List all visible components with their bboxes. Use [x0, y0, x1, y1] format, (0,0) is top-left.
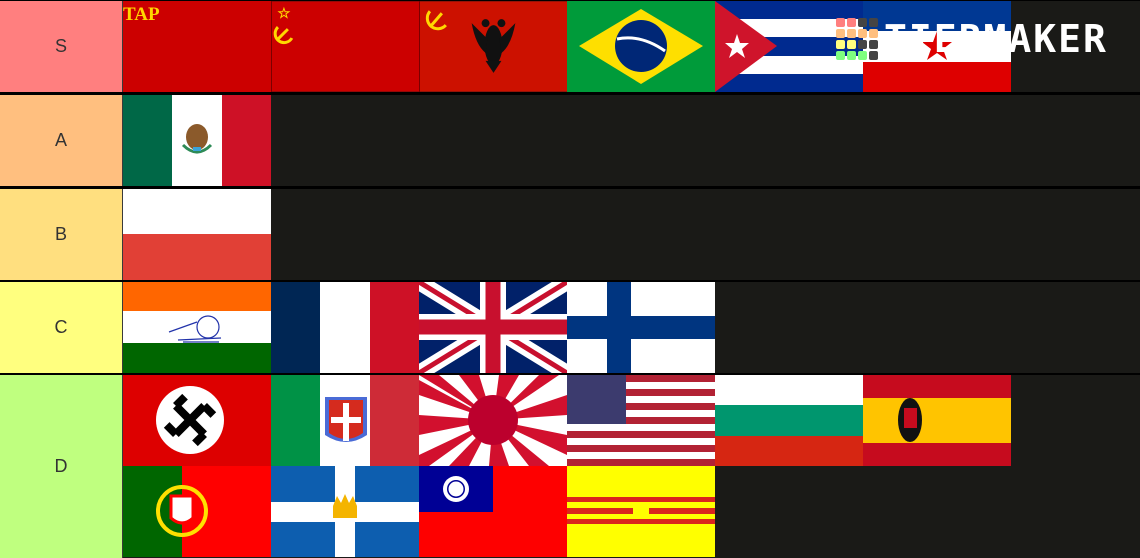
- flag-soviet-comintern[interactable]: TAP: [123, 1, 271, 92]
- flag-india-swaraj[interactable]: [123, 282, 271, 373]
- tier-label-b[interactable]: B: [0, 189, 123, 280]
- crown-icon: [333, 494, 357, 518]
- logo-cell: [869, 18, 878, 27]
- flag-republic-of-china[interactable]: [419, 466, 567, 557]
- eagle-of-saint-john-icon: [898, 398, 922, 442]
- tier-row-c: C: [0, 282, 1140, 373]
- logo-cell: [836, 51, 845, 60]
- flag-portugal[interactable]: [123, 466, 271, 557]
- flag-finland[interactable]: [567, 282, 715, 373]
- flag-poland[interactable]: [123, 189, 271, 280]
- flag-kingdom-of-italy[interactable]: [271, 375, 419, 466]
- flag-nazi-germany[interactable]: [123, 375, 271, 466]
- tier-label-s[interactable]: S: [0, 1, 123, 92]
- flag-mexico[interactable]: [123, 95, 271, 186]
- logo-cell: [836, 40, 845, 49]
- logo-cell: [836, 18, 845, 27]
- flag-communist-albania[interactable]: [419, 1, 567, 92]
- logo-cell: [847, 40, 856, 49]
- tier-label-a[interactable]: A: [0, 95, 123, 186]
- flag-united-states[interactable]: [567, 375, 715, 466]
- tier-row-d: D: [0, 375, 1140, 558]
- flag-brazil[interactable]: [567, 1, 715, 92]
- tier-row-b: B: [0, 189, 1140, 280]
- flag-francoist-spain[interactable]: [863, 375, 1011, 466]
- tier-items-d[interactable]: [123, 375, 1140, 558]
- logo-cell: [869, 29, 878, 38]
- comintern-banner-text: TAP: [123, 4, 160, 25]
- logo-cell: [869, 51, 878, 60]
- tier-label-c[interactable]: C: [0, 282, 123, 373]
- tier-items-a[interactable]: [123, 95, 1140, 186]
- logo-cell: [847, 18, 856, 27]
- flag-bulgaria[interactable]: [715, 375, 863, 466]
- tiermaker-watermark: TIERMAKER: [836, 18, 1108, 60]
- logo-cell: [858, 18, 867, 27]
- tier-items-c[interactable]: [123, 282, 1140, 373]
- tier-items-b[interactable]: [123, 189, 1140, 280]
- savoy-shield-icon: [325, 397, 367, 442]
- logo-cell: [858, 29, 867, 38]
- white-sun-icon: [443, 476, 469, 502]
- tier-list: S TAP A B C D TIERMAKER: [0, 0, 1140, 558]
- tier-label-d[interactable]: D: [0, 375, 123, 558]
- logo-cell: [858, 40, 867, 49]
- flag-united-kingdom[interactable]: [419, 282, 567, 373]
- logo-cell: [847, 29, 856, 38]
- flag-imperial-japan[interactable]: [419, 375, 567, 466]
- logo-cell: [836, 29, 845, 38]
- flag-south-vietnam[interactable]: [567, 466, 715, 557]
- tier-row-a: A: [0, 95, 1140, 186]
- flag-kingdom-of-greece[interactable]: [271, 466, 419, 557]
- watermark-text: TIERMAKER: [884, 17, 1108, 61]
- flag-france[interactable]: [271, 282, 419, 373]
- tiermaker-logo-icon: [836, 18, 878, 60]
- logo-cell: [847, 51, 856, 60]
- flag-soviet-union[interactable]: [271, 1, 419, 92]
- logo-cell: [858, 51, 867, 60]
- logo-cell: [869, 40, 878, 49]
